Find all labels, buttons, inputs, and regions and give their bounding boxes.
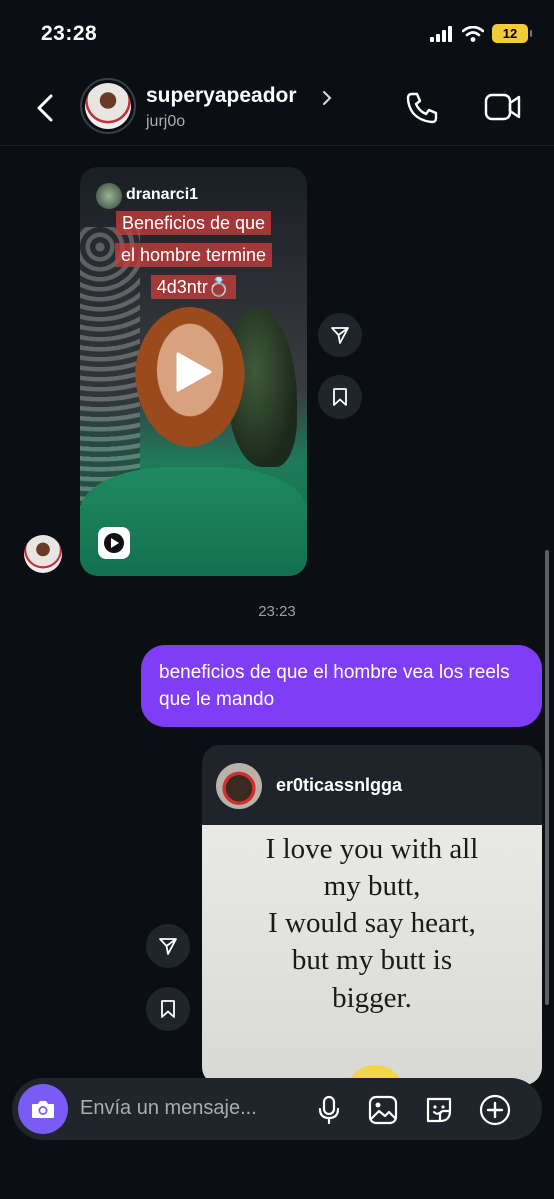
more-options-button[interactable] xyxy=(478,1093,512,1127)
message-composer xyxy=(12,1078,542,1140)
reel-caption-line: el hombre termine xyxy=(80,239,307,271)
sent-message-bubble[interactable]: beneficios de que el hombre vea los reel… xyxy=(141,645,542,727)
share-reel-button[interactable] xyxy=(318,313,362,357)
post-quote-line: I love you with all xyxy=(265,833,479,865)
reel-caption-line: Beneficios de que xyxy=(80,207,307,239)
reel-owner-avatar xyxy=(96,183,122,209)
bookmark-icon xyxy=(333,388,347,406)
shared-reel[interactable]: dranarci1 Beneficios de que el hombre te… xyxy=(80,167,307,576)
post-quote-line: bigger. xyxy=(332,982,412,1014)
share-post-button[interactable] xyxy=(146,924,190,968)
sender-avatar[interactable] xyxy=(24,535,62,573)
scrollbar[interactable] xyxy=(545,550,549,1005)
battery-indicator: 12 xyxy=(492,24,532,43)
plus-icon xyxy=(479,1094,511,1126)
post-owner-avatar xyxy=(216,763,262,809)
message-timestamp: 23:23 xyxy=(258,603,296,620)
message-input[interactable] xyxy=(80,1097,300,1120)
contact-username[interactable]: superyapeador xyxy=(146,84,297,108)
voice-message-button[interactable] xyxy=(312,1093,346,1127)
back-button[interactable] xyxy=(30,88,60,128)
bookmark-icon xyxy=(161,1000,175,1018)
contact-handle: jurj0o xyxy=(146,113,186,130)
voice-call-button[interactable] xyxy=(404,90,440,126)
post-owner-name: er0ticassnlgga xyxy=(276,775,403,795)
reel-icon xyxy=(98,527,130,559)
chevron-right-icon[interactable] xyxy=(322,90,332,106)
play-icon[interactable] xyxy=(174,350,214,394)
status-icons: 12 xyxy=(430,24,532,43)
gallery-icon xyxy=(368,1095,398,1125)
status-bar: 23:28 12 xyxy=(0,0,554,70)
contact-avatar[interactable] xyxy=(80,78,136,134)
share-icon xyxy=(159,938,177,955)
camera-button[interactable] xyxy=(18,1084,68,1134)
chat-header: superyapeador jurj0o xyxy=(0,70,554,146)
share-icon xyxy=(331,327,349,344)
camera-icon xyxy=(32,1101,54,1118)
status-time: 23:28 xyxy=(41,22,98,45)
reel-owner-name: dranarci1 xyxy=(126,186,199,203)
reel-caption-line: 4d3ntr💍 xyxy=(80,271,307,303)
post-quote-line: but my butt is xyxy=(291,944,453,976)
phone-icon xyxy=(406,92,438,124)
back-icon xyxy=(37,94,53,122)
sticker-button[interactable] xyxy=(422,1093,456,1127)
video-icon xyxy=(484,93,521,121)
post-quote-line: I would say heart, xyxy=(268,907,476,939)
save-post-button[interactable] xyxy=(146,987,190,1031)
shared-post[interactable]: er0ticassnlgga I love you with all my bu… xyxy=(202,745,542,1085)
mic-icon xyxy=(318,1095,340,1125)
wifi-icon xyxy=(462,25,484,42)
gallery-button[interactable] xyxy=(366,1093,400,1127)
video-call-button[interactable] xyxy=(484,92,522,122)
sticker-icon xyxy=(426,1097,452,1123)
save-reel-button[interactable] xyxy=(318,375,362,419)
post-quote-line: my butt, xyxy=(323,870,421,902)
signal-icon xyxy=(430,25,452,42)
